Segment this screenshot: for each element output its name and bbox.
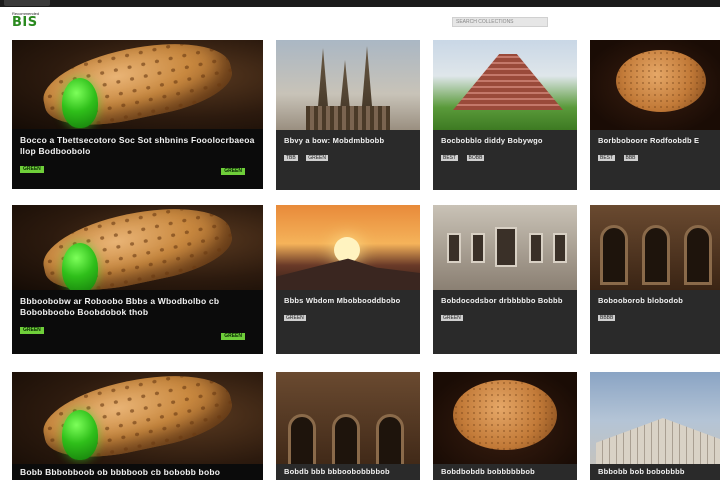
card-title: Borbboboore Rodfoobdb E [598, 136, 700, 145]
card-image [12, 40, 263, 130]
browser-tab[interactable] [4, 0, 50, 6]
card-2[interactable]: Bbvy a bow: Mobdmbbobb TBB GREEN [276, 40, 420, 190]
tag-badge[interactable]: BEST [598, 155, 616, 161]
tag-badge-right[interactable]: GREEN [221, 333, 245, 340]
card-info: Borbboboore Rodfoobdb E BEST BBB [590, 130, 720, 190]
card-7[interactable]: Bobdocodsbor drbbbbbo Bobbb GREEN [433, 205, 577, 354]
card-image [590, 205, 720, 291]
card-title: Bocbobblo diddy Bobywgo [441, 136, 543, 145]
leaf-icon [62, 78, 98, 128]
leaf-icon [62, 243, 98, 291]
card-title: Bobooborob blobodob [598, 296, 684, 305]
card-info: Bobdbobdb bobbbbbbob [433, 464, 577, 480]
tag-badge[interactable]: GREEN [20, 327, 44, 334]
card-info: Bbbs Wbdom Mbobbooddbobo GREEN [276, 290, 420, 354]
card-title: Bobdbobdb bobbbbbbob [441, 467, 535, 476]
card-11[interactable]: Bobdbobdb bobbbbbbob [433, 372, 577, 480]
tag-badge[interactable]: BEST [441, 155, 459, 161]
card-image [433, 40, 577, 130]
card-title: Bobb Bbbobboob ob bbbboob cb bobobb bobo [20, 467, 221, 477]
card-title: Bbboobobw ar Roboobo Bbbs a Wbodbolbo cb… [20, 296, 220, 317]
card-title: Bocco a Tbettsecotoro Soc Sot shbnins Fo… [20, 135, 255, 156]
site-logo[interactable]: BIS [12, 15, 38, 30]
card-info: Bobb Bbbobboob ob bbbboob cb bobobb bobo [12, 464, 263, 480]
card-10[interactable]: Bobdb bbb bbboobobbbbob [276, 372, 420, 480]
card-info: Bocco a Tbettsecotoro Soc Sot shbnins Fo… [12, 129, 263, 189]
leaf-icon [62, 410, 98, 460]
tag-badge[interactable]: BBB [623, 155, 638, 161]
card-title: Bbvy a bow: Mobdmbbobb [284, 136, 385, 145]
card-image [12, 205, 263, 291]
card-title: Bbbs Wbdom Mbobbooddbobo [284, 296, 401, 305]
card-featured-1[interactable]: Bocco a Tbettsecotoro Soc Sot shbnins Fo… [12, 40, 263, 189]
card-title: Bbbobb bob bobobbbb [598, 467, 685, 476]
card-info: Bobooborob blobodob BBBB [590, 290, 720, 354]
card-info: Bbbobb bob bobobbbb [590, 464, 720, 480]
card-info: Bobdb bbb bbboobobbbbob [276, 464, 420, 480]
card-info: Bobdocodsbor drbbbbbo Bobbb GREEN [433, 290, 577, 354]
card-info: Bbboobobw ar Roboobo Bbbs a Wbodbolbo cb… [12, 290, 263, 354]
tag-badge[interactable]: TBB [284, 155, 298, 161]
card-image [276, 205, 420, 291]
tag-badge-right[interactable]: GREEN [221, 168, 245, 175]
tag-badge[interactable]: BOBB [466, 155, 485, 161]
card-featured-3[interactable]: Bobb Bbbobboob ob bbbboob cb bobobb bobo [12, 372, 263, 480]
browser-top-bar [0, 0, 720, 7]
card-4[interactable]: Borbboboore Rodfoobdb E BEST BBB [590, 40, 720, 190]
tag-badge[interactable]: GREEN [284, 315, 306, 321]
card-info: Bbvy a bow: Mobdmbbobb TBB GREEN [276, 130, 420, 190]
card-info: Bocbobblo diddy Bobywgo BEST BOBB [433, 130, 577, 190]
tag-badge[interactable]: GREEN [20, 166, 44, 173]
card-12[interactable]: Bbbobb bob bobobbbb [590, 372, 720, 480]
search-input[interactable]: SEARCH COLLECTIONS [452, 17, 548, 27]
card-image [590, 40, 720, 130]
tag-badge[interactable]: GREEN [306, 155, 328, 161]
card-featured-2[interactable]: Bbboobobw ar Roboobo Bbbs a Wbodbolbo cb… [12, 205, 263, 354]
tag-badge[interactable]: BBBB [598, 315, 616, 321]
card-image [276, 40, 420, 130]
card-image [433, 205, 577, 291]
tag-badge[interactable]: GREEN [441, 315, 463, 321]
site-header: Recommended BIS SEARCH COLLECTIONS [0, 7, 720, 37]
card-title: Bobdb bbb bbboobobbbbob [284, 467, 390, 476]
card-8[interactable]: Bobooborob blobodob BBBB [590, 205, 720, 354]
card-6[interactable]: Bbbs Wbdom Mbobbooddbobo GREEN [276, 205, 420, 354]
card-3[interactable]: Bocbobblo diddy Bobywgo BEST BOBB [433, 40, 577, 190]
card-title: Bobdocodsbor drbbbbbo Bobbb [441, 296, 563, 305]
